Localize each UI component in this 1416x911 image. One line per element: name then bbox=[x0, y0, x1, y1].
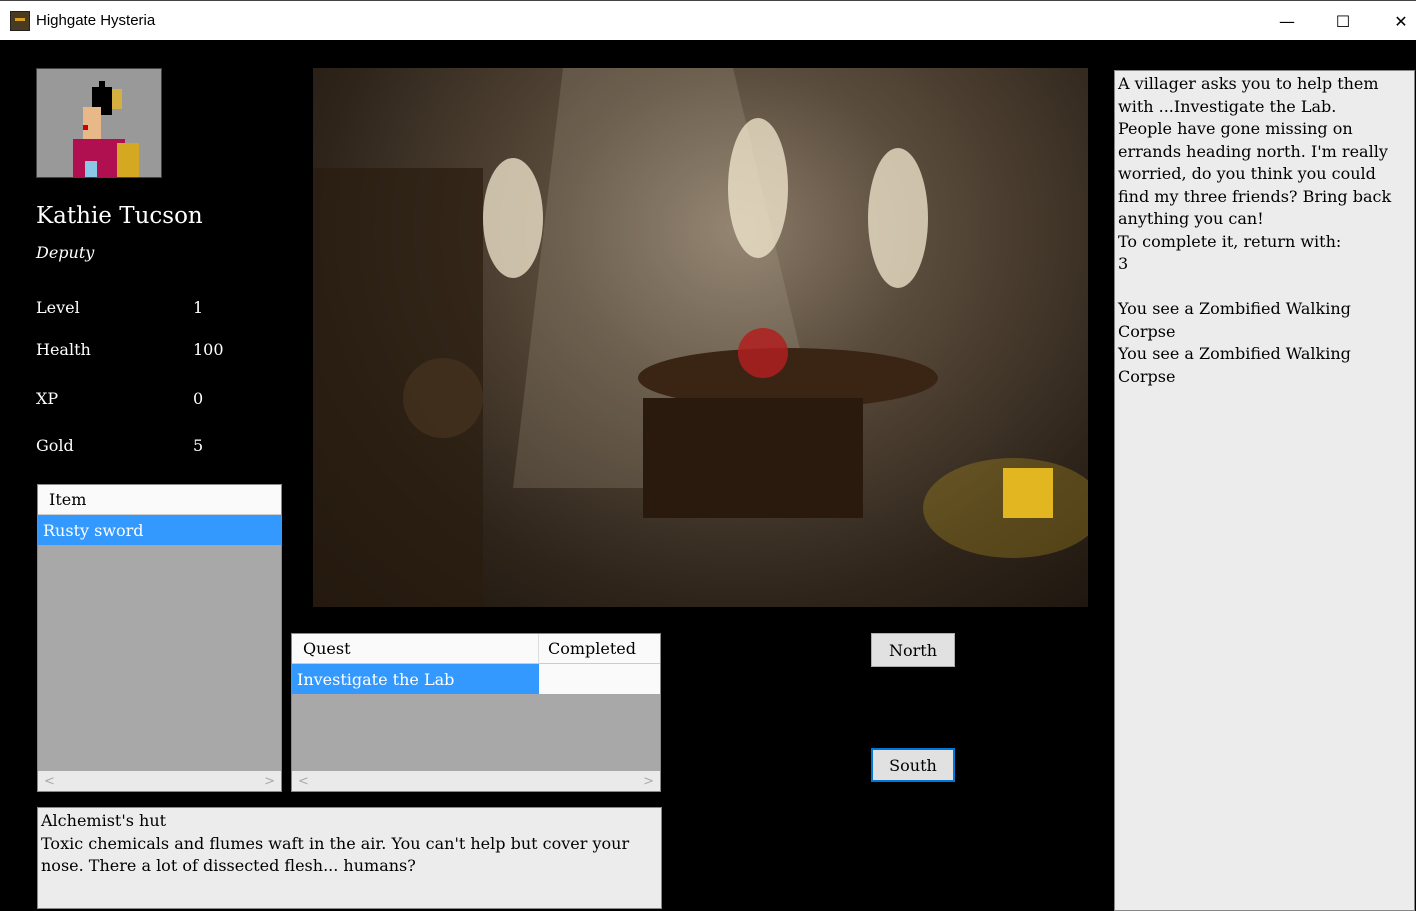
window-title: Highgate Hysteria bbox=[36, 12, 156, 29]
horizontal-scrollbar[interactable]: < > bbox=[292, 771, 660, 791]
south-button[interactable]: South bbox=[871, 748, 955, 782]
message: People have gone missing on errands head… bbox=[1118, 119, 1392, 228]
player-name: Kathie Tucson bbox=[36, 203, 203, 229]
player-role: Deputy bbox=[36, 243, 95, 262]
quest-row[interactable]: Investigate the Lab bbox=[292, 664, 660, 694]
message bbox=[1118, 276, 1411, 299]
scroll-right-icon[interactable]: > bbox=[643, 774, 654, 789]
close-icon[interactable]: ✕ bbox=[1378, 1, 1416, 41]
location-description: Alchemist's hut Toxic chemicals and flum… bbox=[37, 807, 662, 909]
scroll-left-icon[interactable]: < bbox=[298, 774, 309, 789]
title-bar: Highgate Hysteria — ☐ ✕ bbox=[0, 0, 1416, 40]
horizontal-scrollbar[interactable]: < > bbox=[38, 771, 281, 791]
location-image bbox=[313, 68, 1088, 607]
completed-column-header[interactable]: Completed bbox=[539, 639, 636, 658]
message: 3 bbox=[1118, 254, 1129, 273]
message: To complete it, return with: bbox=[1118, 231, 1342, 251]
inventory-grid[interactable]: Item Rusty sword < > bbox=[37, 484, 282, 792]
scroll-right-icon[interactable]: > bbox=[264, 774, 275, 789]
inventory-header[interactable]: Item bbox=[38, 485, 281, 515]
stat-label-level: Level bbox=[36, 298, 80, 317]
stat-label-health: Health bbox=[36, 340, 91, 359]
location-name: Alchemist's hut bbox=[41, 811, 167, 830]
quests-header-row: Quest Completed bbox=[292, 634, 660, 664]
stat-value-level: 1 bbox=[193, 298, 204, 317]
maximize-icon[interactable]: ☐ bbox=[1320, 1, 1366, 41]
scroll-left-icon[interactable]: < bbox=[44, 774, 55, 789]
message: A villager asks you to help them with ..… bbox=[1118, 74, 1379, 116]
quest-name[interactable]: Investigate the Lab bbox=[292, 664, 539, 694]
quest-completed[interactable] bbox=[539, 664, 660, 694]
message: You see a Zombified Walking Corpse bbox=[1118, 299, 1351, 341]
player-avatar bbox=[36, 68, 162, 178]
message: You see a Zombified Walking Corpse bbox=[1118, 344, 1351, 386]
stat-label-gold: Gold bbox=[36, 436, 74, 455]
quest-column-header[interactable]: Quest bbox=[292, 634, 539, 663]
app-icon bbox=[10, 10, 30, 31]
stat-label-xp: XP bbox=[36, 389, 59, 408]
stat-value-gold: 5 bbox=[193, 436, 204, 455]
stat-value-health: 100 bbox=[193, 340, 224, 359]
location-text: Toxic chemicals and flumes waft in the a… bbox=[41, 833, 630, 876]
message-log[interactable]: A villager asks you to help them with ..… bbox=[1114, 70, 1415, 911]
inventory-row[interactable]: Rusty sword bbox=[38, 515, 281, 545]
minimize-icon[interactable]: — bbox=[1264, 1, 1310, 41]
north-button[interactable]: North bbox=[871, 633, 955, 667]
stat-value-xp: 0 bbox=[193, 389, 204, 408]
quests-grid[interactable]: Quest Completed Investigate the Lab < > bbox=[291, 633, 661, 792]
